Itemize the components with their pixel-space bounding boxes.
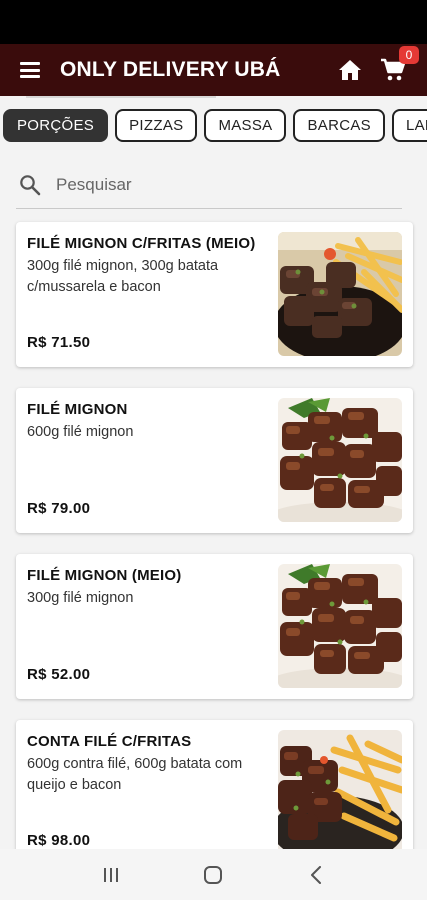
search-icon: [20, 174, 41, 195]
app-title: ONLY DELIVERY UBÁ: [60, 58, 281, 81]
product-name: CONTA FILÉ C/FRITAS: [27, 733, 192, 750]
home-icon[interactable]: [337, 57, 363, 83]
product-description: 300g filé mignon, 300g batata c/mussarel…: [27, 258, 219, 295]
recent-apps-icon[interactable]: [91, 855, 131, 895]
menu-icon[interactable]: [20, 62, 40, 78]
category-tab-pizzas[interactable]: PIZZAS: [115, 108, 198, 142]
product-name: FILÉ MIGNON: [27, 401, 128, 418]
category-tab-lanches[interactable]: LANC: [391, 108, 427, 142]
product-name: FILÉ MIGNON C/FRITAS (MEIO): [27, 235, 256, 252]
product-price: R$ 71.50: [27, 334, 91, 351]
category-tab-porcoes[interactable]: PORÇÕES: [3, 108, 109, 142]
product-description: 600g contra filé, 600g batata com queijo…: [27, 756, 243, 793]
product-price: R$ 52.00: [27, 666, 91, 683]
nav-home-icon[interactable]: [193, 855, 233, 895]
cart-count-badge: 0: [399, 46, 419, 64]
scroll-edge: [0, 96, 427, 104]
steak-with-fries-photo: [278, 232, 402, 356]
steak-cubes-photo: [278, 564, 402, 688]
product-card[interactable]: FILÉ MIGNON (MEIO) 300g filé mignon R$ 5…: [16, 554, 413, 699]
product-price: R$ 98.00: [27, 832, 91, 849]
product-description: 600g filé mignon: [27, 424, 134, 440]
product-price: R$ 79.00: [27, 500, 91, 517]
product-name: FILÉ MIGNON (MEIO): [27, 567, 182, 584]
steak-cubes-photo: [278, 398, 402, 522]
app-bar: ONLY DELIVERY UBÁ 0: [0, 44, 427, 96]
steak-with-fries-photo: [278, 730, 402, 854]
product-card[interactable]: FILÉ MIGNON C/FRITAS (MEIO) 300g filé mi…: [16, 222, 413, 367]
category-tab-barcas[interactable]: BARCAS: [293, 108, 385, 142]
system-nav-bar: [0, 849, 427, 900]
search-bar: [16, 161, 402, 209]
product-card[interactable]: FILÉ MIGNON 600g filé mignon R$ 79.00: [16, 388, 413, 533]
status-bar: [0, 0, 427, 44]
product-card[interactable]: CONTA FILÉ C/FRITAS 600g contra filé, 60…: [16, 720, 413, 865]
search-input[interactable]: [56, 174, 376, 195]
back-icon[interactable]: [296, 855, 336, 895]
category-tab-massa[interactable]: MASSA: [204, 108, 287, 142]
cart-button[interactable]: 0: [379, 46, 419, 84]
category-tabs: PORÇÕES PIZZAS MASSA BARCAS LANC: [0, 104, 427, 146]
product-description: 300g filé mignon: [27, 590, 134, 606]
